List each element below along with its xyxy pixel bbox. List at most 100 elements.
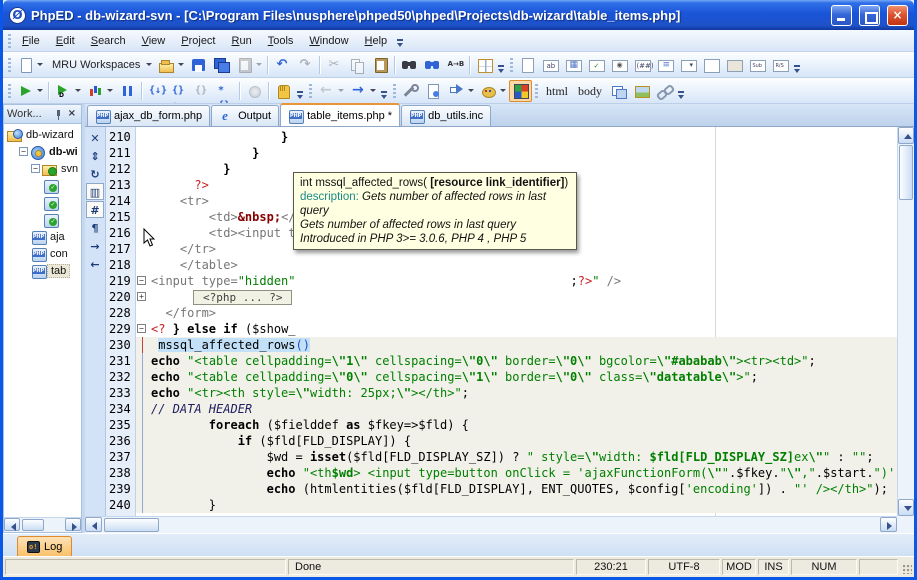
resize-grip[interactable]: [899, 559, 913, 575]
scroll-left-icon[interactable]: [85, 517, 102, 532]
run-to-cursor-button[interactable]: [214, 80, 237, 104]
tree-item-tab[interactable]: tab: [4, 262, 81, 279]
log-tab[interactable]: Log: [17, 536, 73, 556]
text-field-button[interactable]: [539, 54, 562, 76]
combobox-button[interactable]: [677, 54, 700, 76]
menu-tools[interactable]: Tools: [260, 32, 302, 50]
tree-item-php-file[interactable]: [4, 211, 81, 228]
new-file-button[interactable]: [14, 54, 46, 76]
replace-button[interactable]: [444, 54, 467, 76]
save-button[interactable]: [187, 54, 210, 76]
toolbar-grip[interactable]: [6, 55, 13, 74]
tree-item-php-file[interactable]: [4, 194, 81, 211]
paste-button[interactable]: [369, 54, 392, 76]
settings-button[interactable]: [399, 80, 422, 102]
tree-item-svn[interactable]: − svn: [4, 160, 81, 177]
tab-ajax-db-form-php[interactable]: ajax_db_form.php: [87, 105, 211, 126]
sync-view-icon[interactable]: ↻: [86, 165, 104, 182]
step-into-button[interactable]: [145, 80, 168, 102]
navigate-forward-button[interactable]: [347, 80, 379, 102]
scroll-thumb[interactable]: [104, 518, 159, 532]
collapsed-fold-box[interactable]: <?php ... ?>: [193, 290, 293, 305]
tree-item-php-file[interactable]: [4, 177, 81, 194]
insert-link-button[interactable]: [653, 80, 676, 102]
tree-item-db-wi[interactable]: − db-wi: [4, 143, 81, 160]
menu-view[interactable]: View: [134, 32, 174, 50]
html-tag-button[interactable]: html: [541, 80, 573, 102]
checkbox-button[interactable]: [585, 54, 608, 76]
gutter-toggle-icon[interactable]: ▥: [86, 183, 104, 200]
mru-workspaces-button[interactable]: MRU Workspaces: [46, 54, 155, 76]
fold-marker-icon[interactable]: −: [137, 276, 146, 285]
workspace-hscrollbar[interactable]: [4, 517, 81, 532]
indent-icon[interactable]: →: [86, 237, 104, 254]
scroll-left-icon[interactable]: [4, 518, 20, 531]
deploy-button[interactable]: [445, 80, 477, 102]
listbox-button[interactable]: [654, 54, 677, 76]
form-document-button[interactable]: [516, 54, 539, 76]
menu-edit[interactable]: Edit: [48, 32, 83, 50]
line-numbers-icon[interactable]: #: [86, 201, 104, 218]
run-button[interactable]: [14, 80, 46, 102]
step-out-button[interactable]: [191, 80, 214, 104]
tree-item-db-wizard[interactable]: db-wizard: [4, 126, 81, 143]
close-file-icon[interactable]: ✕: [86, 129, 104, 146]
paste-special-button[interactable]: [233, 54, 265, 76]
pause-button[interactable]: [116, 80, 139, 102]
show-paragraphs-icon[interactable]: ¶: [86, 219, 104, 236]
unindent-icon[interactable]: ←: [86, 255, 104, 272]
minimize-button[interactable]: [831, 4, 852, 26]
maximize-button[interactable]: [859, 4, 880, 26]
scroll-thumb[interactable]: [22, 519, 44, 531]
open-file-button[interactable]: [155, 54, 187, 76]
toolbar-grip[interactable]: [307, 81, 314, 100]
editor-hscrollbar[interactable]: [85, 516, 897, 533]
editor-vscrollbar[interactable]: [897, 127, 914, 516]
scroll-right-icon[interactable]: [65, 518, 81, 531]
toolbar-grip[interactable]: [6, 81, 13, 100]
pin-icon[interactable]: [54, 109, 63, 120]
toolbar-overflow-button[interactable]: [295, 83, 306, 103]
split-editor-icon[interactable]: ⇕: [86, 147, 104, 164]
fold-marker-icon[interactable]: +: [137, 292, 146, 301]
toolbar-grip[interactable]: [533, 81, 540, 100]
scroll-right-icon[interactable]: [880, 517, 897, 532]
body-tag-button[interactable]: body: [573, 80, 607, 102]
menu-help[interactable]: Help: [357, 32, 396, 50]
workspace-close-icon[interactable]: ×: [66, 106, 78, 122]
toolbar-overflow-button[interactable]: [379, 83, 390, 103]
menu-search[interactable]: Search: [83, 32, 134, 50]
redo-button[interactable]: [294, 54, 317, 76]
tree-item-con[interactable]: con: [4, 245, 81, 262]
tab-table-items-php[interactable]: table_items.php *: [280, 103, 401, 126]
grid-control-button[interactable]: [562, 54, 585, 76]
reset-control-button[interactable]: [769, 54, 792, 76]
toolbar-overflow-button[interactable]: [496, 57, 507, 77]
menu-file[interactable]: File: [14, 32, 48, 50]
menu-window[interactable]: Window: [301, 32, 356, 50]
menu-project[interactable]: Project: [173, 32, 223, 50]
copy-button[interactable]: [346, 54, 369, 76]
highlight-table-button[interactable]: [473, 54, 496, 76]
textarea-button[interactable]: [700, 54, 723, 76]
tree-item-aja[interactable]: aja: [4, 228, 81, 245]
submit-control-button[interactable]: [746, 54, 769, 76]
menu-run[interactable]: Run: [224, 32, 260, 50]
fold-marker-icon[interactable]: −: [137, 324, 146, 333]
stop-button[interactable]: [243, 80, 266, 102]
toolbar-grip[interactable]: [391, 81, 398, 100]
tab-Output[interactable]: Output: [211, 105, 280, 126]
find-in-files-button[interactable]: [421, 54, 444, 76]
clone-window-button[interactable]: [607, 80, 630, 102]
color-picker-button[interactable]: [509, 79, 532, 102]
sized-field-button[interactable]: [631, 54, 654, 76]
cut-button[interactable]: [323, 54, 346, 76]
toolbar-overflow-button[interactable]: [676, 83, 687, 103]
tab-db-utils-inc[interactable]: db_utils.inc: [401, 105, 492, 126]
scroll-thumb[interactable]: [899, 145, 913, 200]
toolbar-overflow-button[interactable]: [792, 57, 803, 77]
scroll-down-icon[interactable]: [898, 499, 914, 516]
save-all-button[interactable]: [210, 54, 233, 76]
code-templates-button[interactable]: [477, 80, 509, 102]
profiler-button[interactable]: [84, 80, 116, 102]
